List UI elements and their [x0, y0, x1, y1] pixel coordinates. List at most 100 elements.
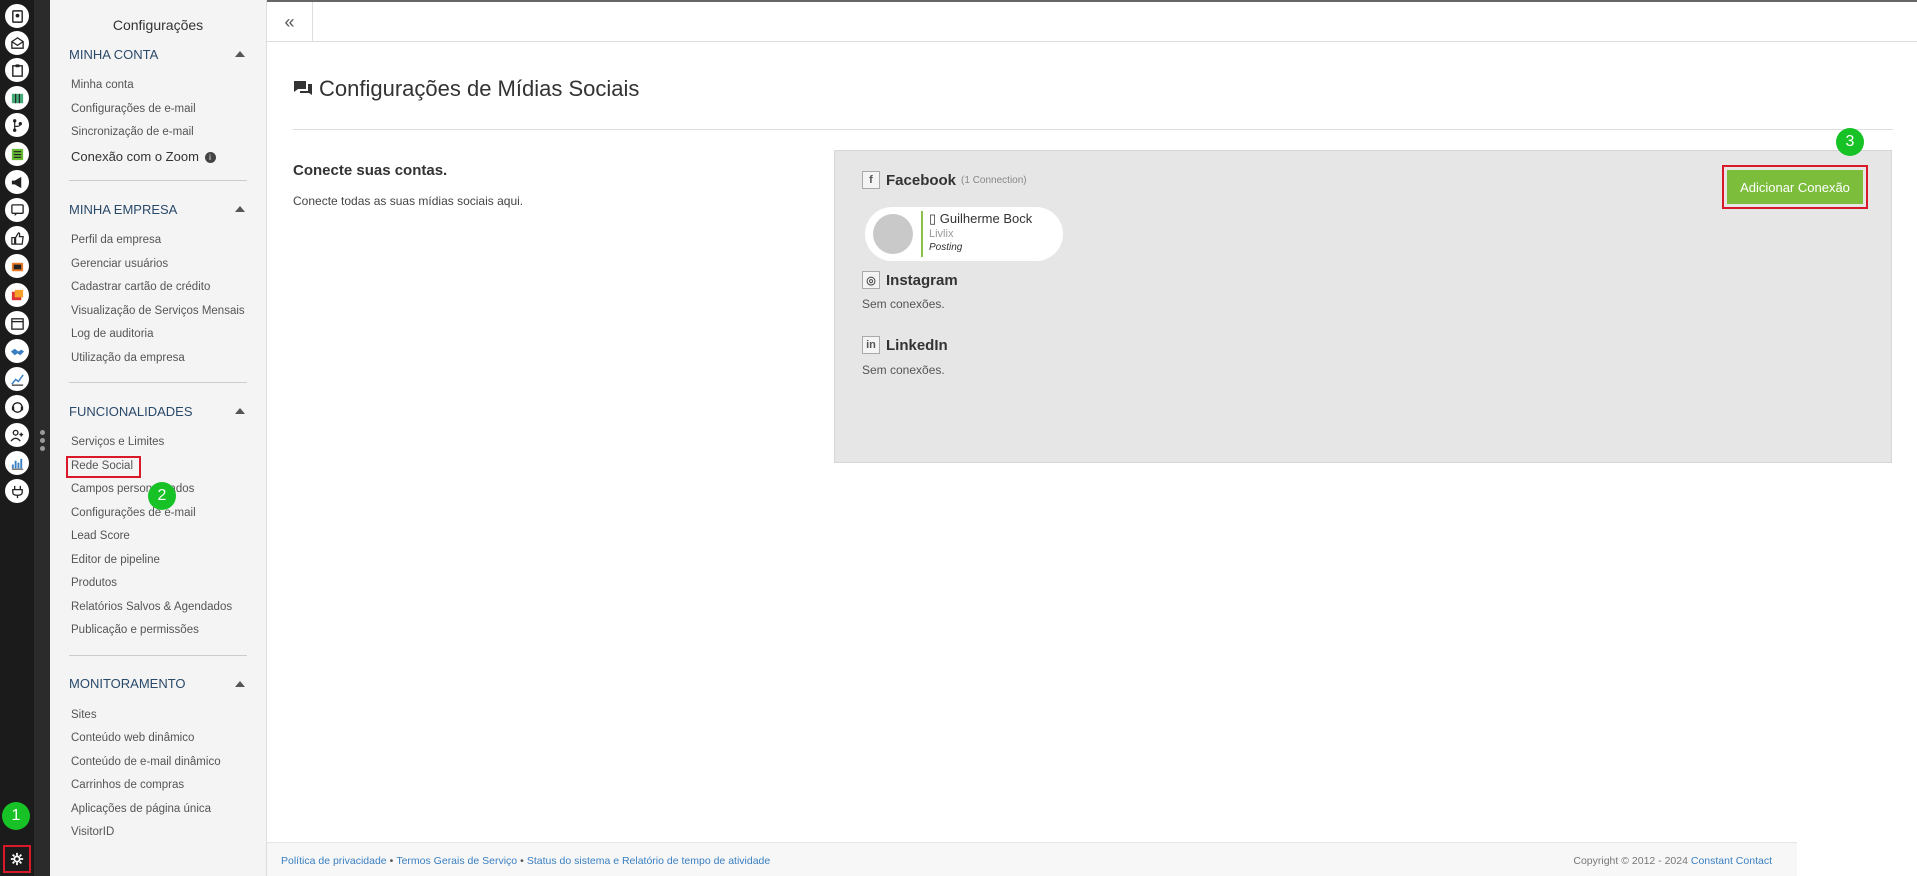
sidebar-item-log[interactable]: Log de auditoria: [69, 323, 247, 347]
chart-icon[interactable]: [5, 367, 29, 391]
add-connection-button[interactable]: Adicionar Conexão: [1727, 170, 1863, 204]
chat-icon[interactable]: [5, 198, 29, 222]
info-icon: i: [204, 151, 216, 163]
connection-role: Posting: [929, 242, 963, 253]
footer-links: Política de privacidade • Termos Gerais de…: [281, 855, 770, 867]
connection-org: Livlix: [929, 228, 954, 240]
instagram-header: ◎ Instagram: [862, 271, 958, 289]
handshake-icon[interactable]: [5, 339, 29, 363]
sidebar-item-produtos[interactable]: Produtos: [69, 572, 247, 596]
section-divider: [69, 382, 247, 383]
terms-link[interactable]: Termos Gerais de Serviço: [396, 855, 517, 867]
app-icon-rail: [0, 0, 34, 876]
sidebar-item-visitorid[interactable]: VisitorID: [69, 821, 247, 845]
section-divider: [69, 654, 247, 656]
bar-chart-icon[interactable]: [5, 451, 29, 475]
settings-sidebar: Configurações MINHA CONTA Minha conta Co…: [50, 0, 267, 876]
section-minha-empresa: MINHA EMPRESA Perfil da empresa Gerencia…: [50, 199, 266, 370]
contacts-icon[interactable]: [5, 4, 29, 28]
section-title: MINHA CONTA: [69, 46, 159, 62]
sidebar-item-conteudo-web[interactable]: Conteúdo web dinâmico: [69, 727, 247, 751]
sidebar-item-servicos-limites[interactable]: Serviços e Limites: [69, 431, 247, 455]
support-icon[interactable]: [5, 395, 29, 419]
chat-bubbles-icon: [294, 81, 312, 95]
brand-link[interactable]: Constant Contact: [1691, 855, 1772, 867]
sidebar-item-label: Conexão com o Zoom: [71, 148, 199, 164]
section-header[interactable]: MONITORAMENTO: [69, 674, 247, 694]
section-header[interactable]: FUNCIONALIDADES: [69, 401, 247, 421]
section-funcionalidades: FUNCIONALIDADES Serviços e Limites Rede …: [50, 401, 266, 643]
facebook-connection-count: (1 Connection): [961, 174, 1027, 186]
section-header[interactable]: MINHA CONTA: [69, 44, 247, 64]
sidebar-item-lead-score[interactable]: Lead Score: [69, 525, 247, 549]
facebook-connection-card[interactable]: ▯ Guilherme Bock Livlix Posting: [865, 207, 1063, 261]
sidebar-item-usuarios[interactable]: Gerenciar usuários: [69, 253, 247, 277]
copyright-text: Copyright © 2012 - 2024: [1573, 855, 1688, 867]
sidebar-item-minha-conta[interactable]: Minha conta: [69, 74, 247, 98]
sidebar-item-sincronizacao[interactable]: Sincronização de e-mail: [69, 121, 247, 145]
footer-separator: •: [520, 855, 524, 867]
connect-heading: Conecte suas contas.: [293, 162, 448, 179]
settings-gear-button[interactable]: [3, 845, 31, 873]
highlight-box: [66, 455, 141, 478]
section-header[interactable]: MINHA EMPRESA: [69, 199, 247, 219]
sidebar-item-carrinhos[interactable]: Carrinhos de compras: [69, 774, 247, 798]
caret-up-icon: [235, 408, 245, 414]
plug-icon[interactable]: [5, 479, 29, 503]
sidebar-item-zoom[interactable]: Conexão com o Zoom i: [69, 145, 247, 169]
branch-icon[interactable]: [5, 113, 29, 137]
sidebar-item-conteudo-email[interactable]: Conteúdo de e-mail dinâmico: [69, 751, 247, 775]
privacy-link[interactable]: Política de privacidade: [281, 855, 387, 867]
collapse-sidebar-button[interactable]: «: [267, 2, 313, 42]
sidebar-item-cartao[interactable]: Cadastrar cartão de crédito: [69, 276, 247, 300]
email-icon[interactable]: [5, 31, 29, 55]
sidebar-item-config-email[interactable]: Configurações de e-mail: [69, 98, 247, 122]
connection-name-text: Guilherme Bock: [939, 211, 1033, 226]
section-monitoramento: MONITORAMENTO Sites Conteúdo web dinâmic…: [50, 674, 266, 845]
social-connections-panel: f Facebook (1 Connection) ▯ Guilherme Bo…: [834, 150, 1892, 463]
sidebar-item-sites[interactable]: Sites: [69, 704, 247, 728]
step-badge-2: 2: [148, 482, 176, 510]
section-divider: [69, 180, 247, 181]
resize-handle[interactable]: [40, 430, 46, 454]
top-bar: «: [267, 0, 1917, 42]
sidebar-item-perfil[interactable]: Perfil da empresa: [69, 229, 247, 253]
add-user-icon[interactable]: [5, 423, 29, 447]
copyright: Copyright © 2012 - 2024 Constant Contact: [1573, 855, 1772, 867]
section-title: MINHA EMPRESA: [69, 201, 178, 217]
section-minha-conta: MINHA CONTA Minha conta Configurações de…: [50, 44, 266, 168]
connection-name: ▯ Guilherme Bock: [929, 211, 1033, 226]
facebook-header: f Facebook (1 Connection): [862, 171, 1027, 189]
connect-description: Conecte todas as suas mídias sociais aqu…: [293, 194, 524, 208]
clipboard-icon[interactable]: [5, 58, 29, 82]
caret-up-icon: [235, 206, 245, 212]
linkedin-header: in LinkedIn: [862, 336, 948, 354]
section-title: FUNCIONALIDADES: [69, 403, 193, 419]
sidebar-item-pipeline[interactable]: Editor de pipeline: [69, 549, 247, 573]
status-link[interactable]: Status do sistema e Relatório de tempo d…: [527, 855, 770, 867]
main-content: Configurações de Mídias Sociais Conecte …: [267, 42, 1917, 842]
instagram-icon: ◎: [862, 271, 880, 289]
sidebar-item-publicacao[interactable]: Publicação e permissões: [69, 619, 247, 643]
sidebar-item-rede-social[interactable]: Rede Social: [66, 455, 247, 479]
step-badge-1: 1: [2, 802, 30, 830]
tv-icon[interactable]: [5, 254, 29, 278]
gallery-icon[interactable]: [5, 283, 29, 307]
megaphone-icon[interactable]: [5, 170, 29, 194]
step-badge-3: 3: [1836, 128, 1864, 156]
sidebar-item-utilizacao[interactable]: Utilização da empresa: [69, 347, 247, 371]
page-title: Configurações de Mídias Sociais: [293, 76, 639, 102]
facebook-label: Facebook: [886, 171, 957, 189]
linkedin-icon: in: [862, 336, 880, 354]
sidebar-item-relatorios[interactable]: Relatórios Salvos & Agendados: [69, 596, 247, 620]
connection-accent-bar: [921, 211, 923, 257]
calendar-icon[interactable]: [5, 311, 29, 335]
list-icon[interactable]: [5, 142, 29, 166]
thumbs-up-icon[interactable]: [5, 226, 29, 250]
sidebar-item-spa[interactable]: Aplicações de página única: [69, 798, 247, 822]
instagram-label: Instagram: [886, 271, 958, 289]
map-icon[interactable]: [5, 86, 29, 110]
gear-icon: [10, 852, 24, 866]
sidebar-item-servicos-mensais[interactable]: Visualização de Serviços Mensais: [69, 300, 247, 324]
section-title: MONITORAMENTO: [69, 676, 186, 691]
